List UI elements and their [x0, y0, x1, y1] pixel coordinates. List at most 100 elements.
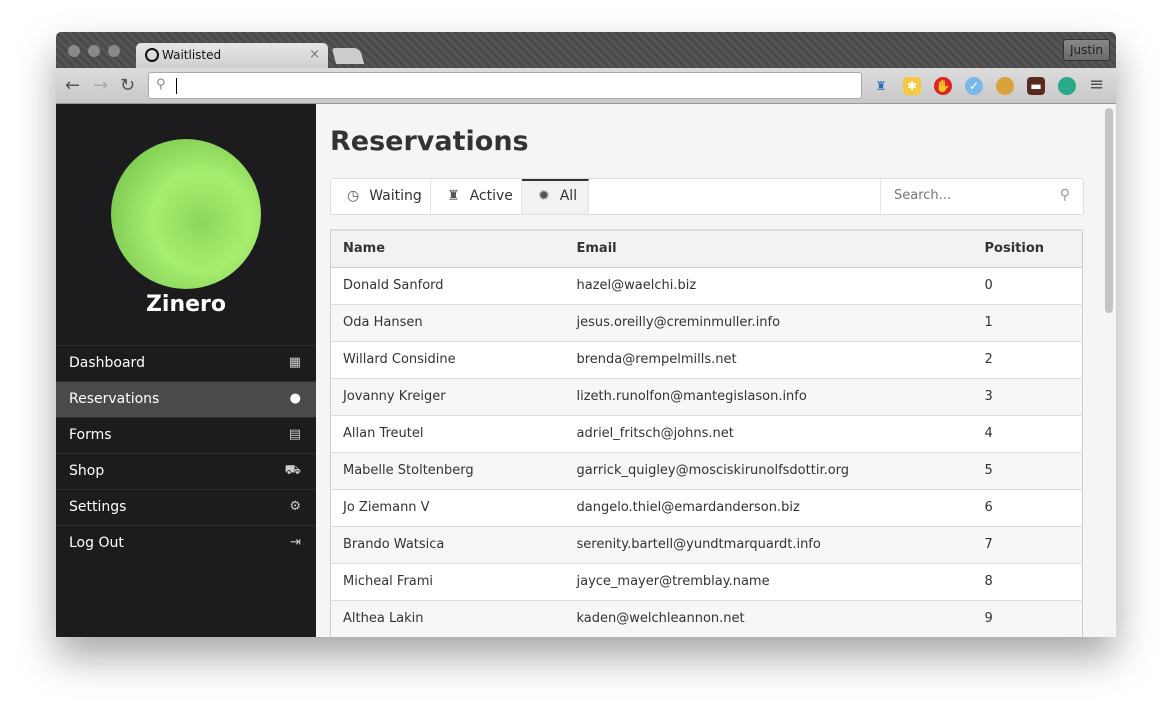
- browser-menu-icon[interactable]: ≡: [1089, 74, 1104, 95]
- reservations-table: Name Email Position Donald Sanfordhazel@…: [330, 229, 1083, 637]
- sidebar-item-label: Settings: [69, 499, 126, 515]
- search-box: ⚲: [880, 179, 1084, 214]
- user-icon: ●: [290, 391, 301, 406]
- sidebar-item-label: Dashboard: [69, 355, 145, 371]
- cell-email: jesus.oreilly@creminmuller.info: [565, 304, 973, 341]
- search-icon: ⚲: [156, 77, 166, 92]
- gears-icon: ⚙: [289, 499, 301, 514]
- minimize-window-button[interactable]: [88, 45, 100, 57]
- sidebar-item-logout[interactable]: Log Out ⇥: [56, 525, 316, 561]
- sidebar-item-label: Shop: [69, 463, 104, 479]
- cell-email: jayce_mayer@tremblay.name: [565, 563, 973, 600]
- close-window-button[interactable]: [68, 45, 80, 57]
- file-icon: ▤: [289, 427, 301, 442]
- sidebar-item-label: Log Out: [69, 535, 124, 551]
- cell-position: 9: [973, 600, 1083, 637]
- cell-email: dangelo.thiel@emardanderson.biz: [565, 489, 973, 526]
- cell-email: hazel@waelchi.biz: [565, 267, 973, 304]
- table-row[interactable]: Althea Lakinkaden@welchleannon.net9: [331, 600, 1083, 637]
- cell-position: 5: [973, 452, 1083, 489]
- extension-cookie-icon[interactable]: [996, 77, 1014, 95]
- clock-icon: ◷: [347, 188, 359, 204]
- cell-name: Donald Sanford: [331, 267, 565, 304]
- tab-label: All: [560, 188, 577, 204]
- cell-name: Allan Treutel: [331, 415, 565, 452]
- back-icon[interactable]: ←: [65, 75, 80, 96]
- sidebar-item-forms[interactable]: Forms ▤: [56, 417, 316, 453]
- tab-label: Active: [470, 188, 513, 204]
- sidebar-item-shop[interactable]: Shop⛟: [56, 453, 316, 489]
- clock-favicon-icon: [145, 48, 159, 62]
- column-header-name[interactable]: Name: [331, 230, 565, 267]
- extension-adblock-icon[interactable]: ✋: [934, 77, 952, 95]
- sidebar-item-settings[interactable]: Settings ⚙: [56, 489, 316, 525]
- cell-name: Oda Hansen: [331, 304, 565, 341]
- new-tab-button[interactable]: [332, 48, 364, 64]
- extension-v-icon[interactable]: ✓: [965, 77, 983, 95]
- cell-position: 4: [973, 415, 1083, 452]
- cell-name: Jo Ziemann V: [331, 489, 565, 526]
- scrollbar[interactable]: [1105, 108, 1113, 313]
- title-bar: Waitlisted × Justin: [56, 32, 1116, 68]
- browser-toolbar: ← → ↻ ⚲ ♜ ✱ ✋ ✓ ▬ ≡: [56, 68, 1116, 104]
- cell-position: 0: [973, 267, 1083, 304]
- cell-email: serenity.bartell@yundtmarquardt.info: [565, 526, 973, 563]
- browser-tab[interactable]: Waitlisted ×: [136, 43, 328, 68]
- brand-avatar: [111, 139, 261, 289]
- tab-waiting[interactable]: ◷Waiting: [331, 179, 431, 214]
- extension-ghostery-icon[interactable]: [1058, 77, 1076, 95]
- page-title: Reservations: [330, 126, 529, 157]
- cell-position: 8: [973, 563, 1083, 600]
- cell-position: 6: [973, 489, 1083, 526]
- address-bar[interactable]: ⚲: [148, 72, 862, 99]
- table-row[interactable]: Jovanny Kreigerlizeth.runolfon@mantegisl…: [331, 378, 1083, 415]
- tab-all[interactable]: ✹ All: [522, 179, 589, 214]
- cell-name: Brando Watsica: [331, 526, 565, 563]
- cell-position: 1: [973, 304, 1083, 341]
- sidebar-item-reservations[interactable]: Reservations ●: [56, 381, 316, 417]
- cell-name: Mabelle Stoltenberg: [331, 452, 565, 489]
- cell-position: 3: [973, 378, 1083, 415]
- cell-name: Althea Lakin: [331, 600, 565, 637]
- tab-active[interactable]: ♜ Active: [431, 179, 522, 214]
- profile-button[interactable]: Justin: [1063, 39, 1110, 61]
- search-input[interactable]: [894, 188, 1054, 203]
- sidebar-item-label: Forms: [69, 427, 112, 443]
- badge-icon: ✹: [538, 188, 550, 204]
- tab-title: Waitlisted: [162, 48, 221, 62]
- table-row[interactable]: Jo Ziemann Vdangelo.thiel@emardanderson.…: [331, 489, 1083, 526]
- zoom-window-button[interactable]: [108, 45, 120, 57]
- main-content: Reservations ◷Waiting ♜ Active ✹ All ⚲ Nam…: [316, 104, 1116, 637]
- cell-name: Willard Considine: [331, 341, 565, 378]
- table-row[interactable]: Willard Considinebrenda@rempelmills.net2: [331, 341, 1083, 378]
- table-row[interactable]: Oda Hansenjesus.oreilly@creminmuller.inf…: [331, 304, 1083, 341]
- table-row[interactable]: Mabelle Stoltenberggarrick_quigley@mosci…: [331, 452, 1083, 489]
- cell-email: garrick_quigley@mosciskirunolfsdottir.or…: [565, 452, 973, 489]
- forward-icon[interactable]: →: [93, 75, 108, 96]
- extension-lastpass-icon[interactable]: ✱: [903, 77, 921, 95]
- extension-lighthouse-icon[interactable]: ♜: [872, 77, 890, 95]
- cell-email: adriel_fritsch@johns.net: [565, 415, 973, 452]
- cell-email: brenda@rempelmills.net: [565, 341, 973, 378]
- sidebar-item-label: Reservations: [69, 391, 159, 407]
- table-row[interactable]: Allan Treuteladriel_fritsch@johns.net4: [331, 415, 1083, 452]
- column-header-email[interactable]: Email: [565, 230, 973, 267]
- text-cursor: [176, 78, 177, 94]
- search-icon[interactable]: ⚲: [1060, 187, 1070, 203]
- sign-out-icon: ⇥: [290, 535, 301, 550]
- sidebar: Zinero Dashboard▦ Reservations● Forms▤ S…: [56, 104, 316, 637]
- person-icon: ♜: [447, 188, 460, 204]
- cell-email: lizeth.runolfon@mantegislason.info: [565, 378, 973, 415]
- column-header-position[interactable]: Position: [973, 230, 1083, 267]
- table-row[interactable]: Donald Sanfordhazel@waelchi.biz0: [331, 267, 1083, 304]
- table-row[interactable]: Micheal Framijayce_mayer@tremblay.name8: [331, 563, 1083, 600]
- extension-incognito-icon[interactable]: ▬: [1027, 77, 1045, 95]
- close-tab-icon[interactable]: ×: [309, 47, 320, 62]
- reload-icon[interactable]: ↻: [120, 75, 135, 96]
- table-row[interactable]: Brando Watsicaserenity.bartell@yundtmarq…: [331, 526, 1083, 563]
- cell-email: kaden@welchleannon.net: [565, 600, 973, 637]
- sidebar-item-dashboard[interactable]: Dashboard ▦: [56, 345, 316, 381]
- filter-tabs: ◷Waiting ♜ Active ✹ All ⚲: [330, 178, 1084, 215]
- dashboard-icon: ▦: [289, 355, 301, 370]
- cell-position: 7: [973, 526, 1083, 563]
